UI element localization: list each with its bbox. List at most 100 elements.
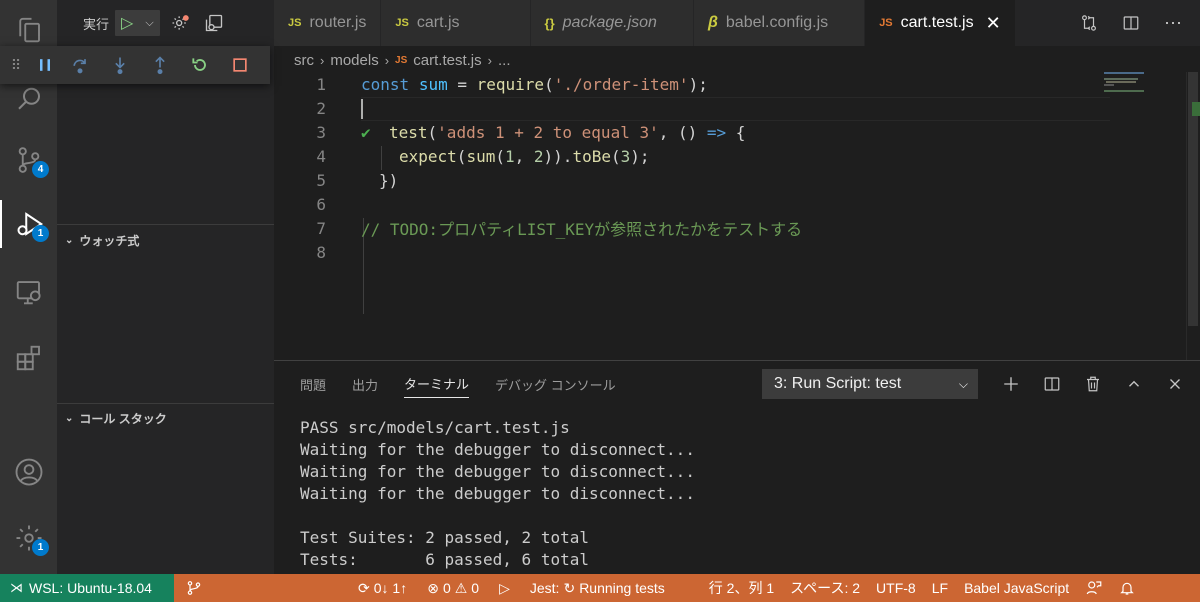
code-editor[interactable]: 1 const sum = require('./order-item'); 2… [274, 72, 1200, 360]
settings-badge: 1 [32, 539, 49, 556]
tab-cart-test-js[interactable]: JS cart.test.js ✕ [865, 0, 1016, 46]
end-of-line[interactable]: LF [924, 574, 956, 602]
tab-package-json[interactable]: {} package.json [530, 0, 694, 46]
step-out-icon [155, 56, 165, 75]
close-icon[interactable]: ✕ [986, 13, 1001, 34]
javascript-file-icon: JS [395, 17, 409, 29]
jest-status[interactable]: Jest: ↻ Running tests [518, 574, 673, 602]
debug-badge: 1 [32, 225, 49, 242]
language-mode[interactable]: Babel JavaScript [956, 574, 1077, 602]
encoding[interactable]: UTF-8 [868, 574, 924, 602]
run-label: 実行 [83, 16, 110, 32]
run-config-select[interactable]: ▷ ⌵ [115, 10, 160, 36]
cursor-position[interactable]: 行 2、列 1 [701, 574, 782, 602]
terminal-line: Waiting for the debugger to disconnect..… [300, 440, 695, 459]
terminal-select[interactable]: 3: Run Script: test ⌵ [762, 369, 978, 399]
code-text: }) [379, 170, 399, 190]
new-terminal-button[interactable] [990, 369, 1031, 399]
jest-label: Jest: [529, 580, 560, 596]
watch-section-header[interactable]: ⌄ ウォッチ式 [57, 226, 274, 254]
tab-babel-config-js[interactable]: β babel.config.js [693, 0, 866, 46]
problems-status[interactable]: ⊗ 0 ⚠ 0 [415, 574, 487, 602]
more-actions-icon[interactable]: ⋯ [1154, 0, 1192, 46]
sync-counts: 0↓ 1↑ [373, 580, 408, 596]
feedback-icon [1086, 581, 1102, 595]
breadcrumb-file[interactable]: cart.test.js [413, 52, 481, 69]
step-out-button[interactable] [140, 46, 180, 84]
stop-button[interactable] [220, 46, 260, 84]
pause-button[interactable] [30, 46, 60, 84]
run-debug-icon[interactable]: 1 [0, 200, 57, 248]
test-pass-check-icon[interactable]: ✔ [361, 123, 371, 142]
javascript-file-icon: JS [879, 17, 893, 29]
drag-handle-icon[interactable]: ⠿ [0, 57, 30, 74]
kill-terminal-button[interactable] [1072, 369, 1113, 399]
source-control-badge: 4 [32, 161, 49, 178]
chevron-down-icon[interactable]: ⌵ [145, 17, 153, 30]
step-over-icon [73, 59, 86, 74]
code-line: 3 ✔ test('adds 1 + 2 to equal 3', () => … [274, 120, 1114, 144]
tab-label: cart.test.js [900, 14, 974, 31]
remote-explorer-icon[interactable] [0, 268, 57, 316]
indentation[interactable]: スペース: 2 [782, 574, 868, 602]
sync-status[interactable]: ⟳ 0↓ 1↑ [350, 574, 415, 602]
open-changes-icon[interactable] [1070, 0, 1108, 46]
notifications-item[interactable] [1111, 574, 1143, 602]
maximize-panel-button[interactable] [1113, 369, 1154, 399]
extensions-icon[interactable] [0, 334, 57, 382]
code-line: 8 [274, 240, 1114, 264]
tab-output[interactable]: 出力 [352, 361, 378, 407]
breadcrumb-symbol[interactable]: ... [498, 52, 511, 69]
tab-router-js[interactable]: JS router.js [274, 0, 382, 46]
feedback-item[interactable] [1077, 574, 1111, 602]
run-item[interactable]: ▷ [487, 574, 518, 602]
chevron-down-icon: ⌵ [958, 376, 968, 391]
line-number: 6 [316, 194, 326, 214]
remote-icon: ⋊ [10, 580, 23, 595]
tab-cart-js[interactable]: JS cart.js [381, 0, 531, 46]
chevron-down-icon: ⌄ [65, 412, 74, 424]
play-icon[interactable]: ▷ [121, 13, 133, 33]
watch-section-title: ウォッチ式 [79, 233, 140, 248]
breadcrumb-models[interactable]: models [330, 52, 378, 69]
restart-button[interactable] [180, 46, 220, 84]
remote-label: WSL: Ubuntu-18.04 [29, 580, 152, 596]
code-text: const sum = require('./order-item'); [361, 74, 708, 94]
jest-status-text: Running tests [579, 580, 665, 596]
step-into-button[interactable] [100, 46, 140, 84]
terminal-output[interactable]: PASS src/models/cart.test.js Waiting for … [300, 417, 695, 571]
breadcrumb-src[interactable]: src [294, 52, 314, 69]
terminal-line: PASS src/models/cart.test.js [300, 418, 570, 437]
remote-indicator[interactable]: ⋊ WSL: Ubuntu-18.04 [0, 574, 174, 602]
split-editor-icon[interactable] [1112, 0, 1150, 46]
branch-item[interactable] [174, 574, 210, 602]
step-over-button[interactable] [60, 46, 100, 84]
section-divider [57, 224, 274, 225]
tab-problems[interactable]: 問題 [300, 361, 326, 407]
javascript-file-icon: JS [395, 54, 408, 66]
debug-console-icon[interactable] [200, 10, 228, 36]
javascript-file-icon: JS [288, 17, 302, 29]
callstack-section-header[interactable]: ⌄ コール スタック [57, 404, 274, 432]
code-line: 7 // TODO:プロパティLIST_KEYが参照されたかをテストする [274, 216, 1114, 240]
minimap[interactable] [1102, 72, 1186, 360]
tab-debug-console[interactable]: デバッグ コンソール [495, 361, 616, 407]
source-control-icon[interactable]: 4 [0, 136, 57, 184]
split-terminal-button[interactable] [1031, 369, 1072, 399]
editor-actions: ⋯ [1070, 0, 1200, 46]
restart-icon [192, 58, 206, 71]
callstack-section-title: コール スタック [79, 411, 167, 426]
tab-terminal[interactable]: ターミナル [404, 370, 470, 398]
open-launch-json-icon[interactable] [166, 10, 194, 36]
chevron-up-icon [1128, 380, 1139, 387]
error-count: 0 [442, 580, 451, 596]
account-icon[interactable] [0, 448, 57, 496]
terminal-line: Tests: 6 passed, 6 total [300, 550, 589, 569]
warning-count: 0 [471, 580, 480, 596]
code-text: test('adds 1 + 2 to equal 3', () => { [389, 122, 746, 142]
code-line: 6 [274, 192, 1114, 216]
plus-icon [1003, 377, 1018, 391]
code-line: 4 expect(sum(1, 2)).toBe(3); [274, 144, 1114, 168]
close-panel-button[interactable] [1154, 369, 1195, 399]
settings-gear-icon[interactable]: 1 [0, 514, 57, 562]
